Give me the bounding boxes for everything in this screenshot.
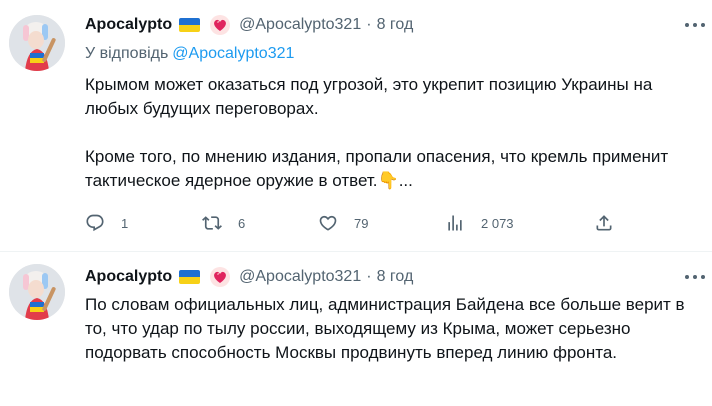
- avatar-image: [9, 15, 65, 71]
- reply-button[interactable]: 1: [85, 211, 128, 235]
- reply-icon: [86, 214, 104, 232]
- separator-dot: ·: [366, 268, 372, 285]
- reply-prefix: У відповідь: [85, 45, 169, 62]
- tweet-actions: 1 6 79 2 073: [85, 211, 615, 235]
- separator-dot: ·: [366, 16, 372, 33]
- retweet-button[interactable]: 6: [202, 211, 245, 235]
- timestamp[interactable]: 8 год: [377, 268, 414, 286]
- timestamp[interactable]: 8 год: [377, 16, 414, 34]
- red-heart-badge-icon: [210, 267, 231, 287]
- red-heart-badge-icon: [210, 15, 231, 35]
- avatar-image: [9, 264, 65, 320]
- views-icon: [448, 215, 462, 231]
- tweet-header: Apocalypto @Apocalypto321 · 8 год: [85, 266, 413, 288]
- heart-icon: [319, 215, 337, 231]
- reply-count: 1: [121, 215, 129, 231]
- share-icon: [596, 215, 612, 231]
- views-button[interactable]: 2 073: [445, 211, 514, 235]
- tweet-paragraph: По словам официальных лиц, администрация…: [85, 295, 685, 362]
- retweet-icon: [202, 216, 222, 230]
- truncation-ellipsis[interactable]: ...: [399, 171, 413, 190]
- ukraine-flag-icon: [179, 270, 201, 284]
- pointing-down-emoji: 👇: [377, 171, 399, 190]
- views-count: 2 073: [481, 215, 514, 231]
- tweet-text: По словам официальных лиц, администрация…: [85, 293, 705, 365]
- tweet-text: Крымом может оказаться под угрозой, это …: [85, 73, 705, 193]
- more-icon[interactable]: [685, 20, 705, 30]
- author-name[interactable]: Apocalypto: [85, 268, 172, 286]
- avatar[interactable]: [9, 15, 65, 71]
- tweet-header: Apocalypto @Apocalypto321 · 8 год: [85, 14, 413, 36]
- tweet[interactable]: Apocalypto @Apocalypto321 · 8 год У відп…: [0, 0, 712, 252]
- tweet-paragraph: Кроме того, по мнению издания, пропали о…: [85, 145, 705, 193]
- avatar[interactable]: [9, 264, 65, 320]
- like-count: 79: [354, 215, 369, 231]
- ukraine-flag-icon: [179, 18, 201, 32]
- author-handle[interactable]: @Apocalypto321: [239, 16, 361, 34]
- reply-context: У відповідь @Apocalypto321: [85, 45, 294, 63]
- more-icon[interactable]: [685, 272, 705, 282]
- retweet-count: 6: [238, 215, 246, 231]
- share-button[interactable]: [594, 211, 614, 235]
- author-name[interactable]: Apocalypto: [85, 16, 172, 34]
- tweet-paragraph: Крымом может оказаться под угрозой, это …: [85, 75, 653, 118]
- author-handle[interactable]: @Apocalypto321: [239, 268, 361, 286]
- reply-mention-link[interactable]: @Apocalypto321: [172, 45, 294, 62]
- like-button[interactable]: 79: [318, 211, 368, 235]
